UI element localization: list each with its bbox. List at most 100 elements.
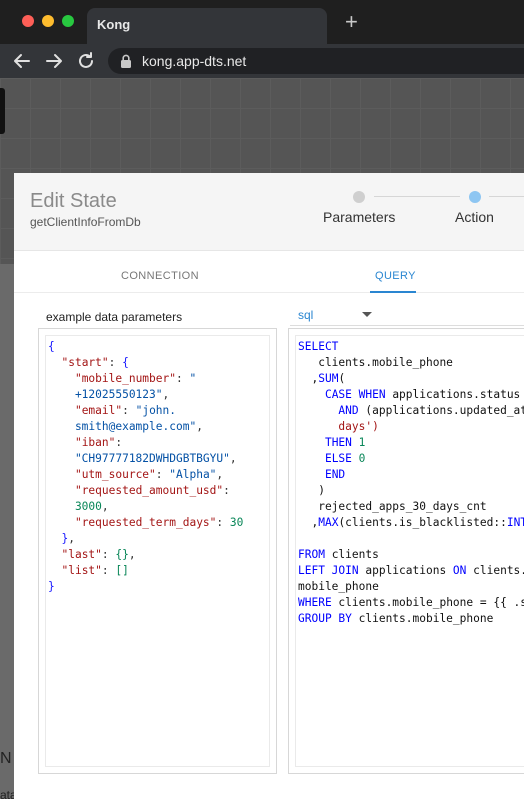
code-token: ,: [216, 468, 224, 481]
sql-code-line: SELECT: [298, 339, 524, 355]
json-code-line: "utm_source": "Alpha",: [48, 467, 243, 483]
code-token: 1: [358, 436, 366, 449]
json-code-line: 3000,: [48, 499, 243, 515]
code-token: THEN: [324, 436, 352, 449]
code-token: applications.status =: [385, 388, 524, 401]
code-token: "utm_source": [74, 468, 156, 481]
step-label-action[interactable]: Action: [455, 209, 494, 225]
sql-code-line: ,MAX(clients.is_blacklisted::INT: [298, 515, 524, 531]
reload-icon[interactable]: [74, 49, 98, 73]
modal-tabs: CONNECTION QUERY: [14, 251, 524, 293]
json-editor-textarea[interactable]: { "start": { "mobile_number": " +1202555…: [45, 335, 270, 767]
code-token: :: [216, 516, 230, 529]
code-token: LEFT JOIN: [298, 564, 359, 577]
code-token: clients.mobile_phone: [298, 356, 453, 369]
tab-query[interactable]: QUERY: [375, 270, 416, 282]
code-token: []: [115, 564, 129, 577]
code-token: }: [48, 580, 55, 593]
modal-title: Edit State: [30, 190, 117, 212]
json-code-line: {: [48, 339, 243, 355]
minimize-window-button[interactable]: [42, 15, 54, 27]
code-token: (: [338, 372, 346, 385]
step-connector: [374, 196, 460, 197]
json-code: { "start": { "mobile_number": " +1202555…: [48, 339, 243, 595]
json-code-line: "requested_amount_usd":: [48, 483, 243, 499]
code-token: SUM: [318, 372, 339, 385]
code-token: clients.mobile_phone: [351, 612, 494, 625]
code-token: ): [298, 484, 325, 497]
browser-tab[interactable]: Kong: [87, 8, 327, 44]
code-token: "iban": [74, 436, 116, 449]
back-arrow-icon[interactable]: [10, 49, 34, 73]
sql-code-line: rejected_apps_30_days_cnt: [298, 499, 524, 515]
json-code-line: "email": "john.: [48, 403, 243, 419]
code-token: INT: [506, 516, 524, 529]
sql-code-line: AND (applications.updated_at: [298, 403, 524, 419]
step-connector: [489, 196, 524, 197]
sql-code-line: THEN 1: [298, 435, 524, 451]
example-params-label: example data parameters: [46, 310, 183, 324]
code-token: clients.mobile_phone = {{ .st: [331, 596, 524, 609]
code-token: "CH97777182DWHDGBTBGYU": [48, 452, 230, 465]
language-select[interactable]: sql: [298, 308, 313, 322]
code-token: smith@example.com": [48, 420, 197, 433]
forward-arrow-icon[interactable]: [42, 49, 66, 73]
code-token: GROUP BY: [298, 612, 352, 625]
code-token: ,: [162, 388, 170, 401]
json-code-line: "list": []: [48, 563, 243, 579]
sql-code-line: WHERE clients.mobile_phone = {{ .st: [298, 595, 524, 611]
code-token: FROM: [298, 548, 325, 561]
code-token: ,: [298, 516, 319, 529]
code-token: "start": [61, 356, 109, 369]
json-code-line: },: [48, 531, 243, 547]
json-code-line: "requested_term_days": 30: [48, 515, 243, 531]
select-underline: [290, 325, 524, 326]
new-tab-button[interactable]: +: [345, 11, 358, 33]
code-token: clients: [324, 548, 379, 561]
maximize-window-button[interactable]: [62, 15, 74, 27]
code-token: "requested_amount_usd": [74, 484, 224, 497]
lock-icon: [121, 54, 131, 68]
code-token: :: [122, 404, 136, 417]
json-code-line: "start": {: [48, 355, 243, 371]
step-dot-action[interactable]: [469, 191, 481, 203]
code-token: "Alpha": [169, 468, 217, 481]
sql-code-line: ): [298, 483, 524, 499]
sql-code-line: END: [298, 467, 524, 483]
tab-connection[interactable]: CONNECTION: [121, 270, 199, 282]
code-token: "mobile_number": [74, 372, 176, 385]
browser-toolbar: kong.app-dts.net: [0, 44, 524, 78]
chevron-down-icon[interactable]: [362, 312, 372, 317]
sql-code-line: days'): [298, 419, 524, 435]
modal-subtitle: getClientInfoFromDb: [30, 215, 141, 229]
code-token: ,: [101, 500, 109, 513]
code-token: rejected_apps_30_days_cnt: [298, 500, 487, 513]
code-token: ,: [128, 548, 136, 561]
step-dot-parameters[interactable]: [353, 191, 365, 203]
sql-editor-textarea[interactable]: SELECT clients.mobile_phone ,SUM( CASE W…: [295, 335, 524, 767]
code-token: "requested_term_days": [74, 516, 217, 529]
json-code-line: "mobile_number": ": [48, 371, 243, 387]
json-code-line: "CH97777182DWHDGBTBGYU",: [48, 451, 243, 467]
json-code-line: smith@example.com",: [48, 419, 243, 435]
code-token: ,: [196, 420, 203, 433]
side-panel-handle[interactable]: [0, 88, 5, 134]
code-token: ,: [68, 532, 75, 545]
code-token: 0: [358, 452, 366, 465]
close-window-button[interactable]: [22, 15, 34, 27]
code-token: "list": [61, 564, 102, 577]
address-bar[interactable]: kong.app-dts.net: [108, 48, 524, 74]
code-token: ON: [452, 564, 467, 577]
modal-header: Edit State getClientInfoFromDb Parameter…: [14, 173, 524, 251]
code-token: days'): [298, 420, 379, 433]
step-label-parameters[interactable]: Parameters: [323, 209, 395, 225]
